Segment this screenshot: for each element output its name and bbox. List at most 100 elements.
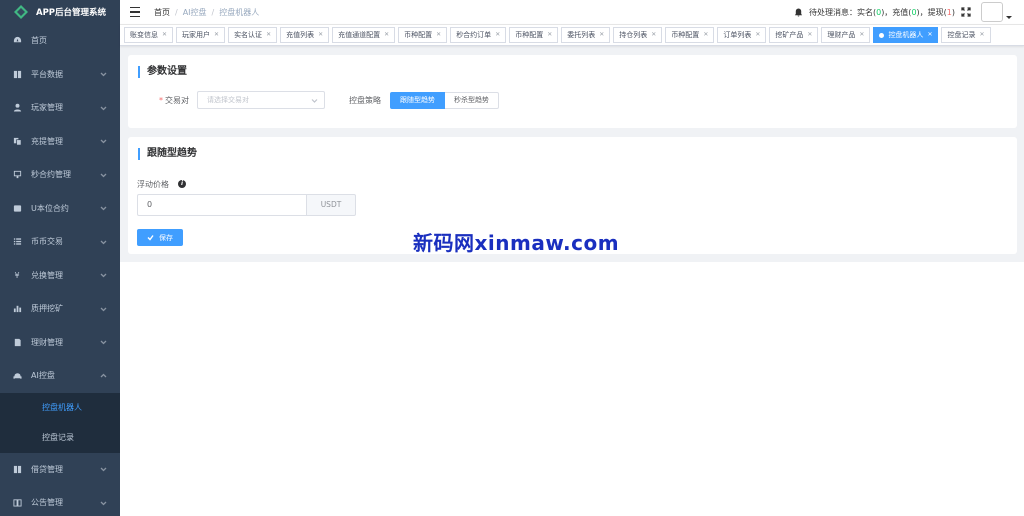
- list-icon: [12, 237, 22, 247]
- sidebar-item-second-contract[interactable]: 秒合约管理: [0, 158, 120, 192]
- breadcrumb-separator: /: [211, 7, 215, 17]
- close-icon[interactable]: ✕: [495, 28, 500, 42]
- breadcrumb-home[interactable]: 首页: [154, 7, 170, 18]
- tag-12[interactable]: 挖矿产品 ✕: [769, 27, 819, 43]
- sidebar-item-staking[interactable]: 质押挖矿: [0, 292, 120, 326]
- close-icon[interactable]: ✕: [599, 28, 604, 42]
- close-icon[interactable]: ✕: [703, 28, 708, 42]
- close-icon[interactable]: ✕: [859, 28, 864, 42]
- wallet-icon: [12, 203, 22, 213]
- chevron-down-icon: [100, 205, 107, 212]
- float-price-input[interactable]: 0: [137, 194, 307, 216]
- tag-label: 委托列表: [567, 31, 596, 39]
- book-icon: [12, 464, 22, 474]
- chevron-down-icon: [100, 171, 107, 178]
- sidebar-item-label: 首页: [31, 36, 47, 46]
- sidebar-item-label: AI控盘: [31, 371, 55, 381]
- tag-label: 账变信息: [130, 31, 158, 39]
- robot-icon: [12, 371, 22, 381]
- sidebar-item-players[interactable]: 玩家管理: [0, 91, 120, 125]
- app-logo[interactable]: APP后台管理系统: [0, 0, 120, 24]
- tag-1[interactable]: 玩家用户 ✕: [176, 27, 226, 43]
- pair-label-text: 交易对: [165, 96, 189, 105]
- content-area-blank: [120, 262, 1024, 516]
- sidebar-item-label: 借贷管理: [31, 464, 63, 474]
- sidebar-item-label: 质押挖矿: [31, 304, 63, 314]
- sidebar-item-label: 控盘记录: [42, 433, 74, 442]
- avatar[interactable]: [981, 2, 1003, 22]
- sidebar-item-deposit-withdraw[interactable]: 充提管理: [0, 125, 120, 159]
- tag-5[interactable]: 币种配置 ✕: [398, 27, 448, 43]
- tag-13[interactable]: 理财产品 ✕: [821, 27, 871, 43]
- tag-label: 挖矿产品: [775, 31, 804, 39]
- sidebar-item-label: 公告管理: [31, 498, 63, 508]
- sidebar-item-loan[interactable]: 借贷管理: [0, 453, 120, 487]
- tag-9[interactable]: 持仓列表 ✕: [613, 27, 663, 43]
- close-icon[interactable]: ✕: [436, 28, 441, 42]
- close-icon[interactable]: ✕: [547, 28, 552, 42]
- tag-4[interactable]: 充值通道配置 ✕: [332, 27, 396, 43]
- tag-label: 充值列表: [286, 31, 315, 39]
- bell-icon[interactable]: [794, 7, 803, 17]
- save-button[interactable]: 保存: [137, 229, 183, 246]
- sidebar-item-exchange[interactable]: ¥ 兑换管理: [0, 259, 120, 293]
- sidebar-item-finance[interactable]: 理财管理: [0, 326, 120, 360]
- sidebar: APP后台管理系统 首页 平台数据 玩家管理 充提管理 秒合约管理 U本位合约 …: [0, 0, 120, 516]
- close-icon[interactable]: ✕: [927, 28, 932, 42]
- params-card-title: 参数设置: [138, 66, 187, 78]
- tag-11[interactable]: 订单列表 ✕: [717, 27, 767, 43]
- tag-label: 币种配置: [404, 31, 433, 39]
- sidebar-item-coin-trade[interactable]: 币币交易: [0, 225, 120, 259]
- top-navbar: 首页 / AI控盘 / 控盘机器人 待处理消息：实名(0)，充值(0)，提现(1…: [120, 0, 1024, 24]
- sidebar-item-platform-data[interactable]: 平台数据: [0, 58, 120, 92]
- tag-2[interactable]: 实名认证 ✕: [228, 27, 278, 43]
- tag-7[interactable]: 币种配置 ✕: [509, 27, 559, 43]
- tag-active[interactable]: 控盘机器人 ✕: [873, 27, 939, 43]
- float-price-group: 0 USDT: [137, 194, 356, 216]
- close-icon[interactable]: ✕: [979, 28, 984, 42]
- sidebar-item-u-contract[interactable]: U本位合约: [0, 192, 120, 226]
- strategy-radio-group: 跟随型趋势 秒杀型趋势: [390, 92, 499, 109]
- sidebar-item-notice[interactable]: 公告管理: [0, 486, 120, 516]
- sidebar-item-label: 秒合约管理: [31, 170, 71, 180]
- tag-15[interactable]: 控盘记录 ✕: [941, 27, 991, 43]
- fullscreen-icon[interactable]: [961, 7, 971, 17]
- caret-down-icon[interactable]: [1006, 15, 1012, 19]
- pending-text: ): [951, 7, 955, 17]
- info-icon[interactable]: i: [178, 180, 186, 188]
- pair-select[interactable]: 请选择交易对: [197, 91, 325, 109]
- check-icon: [147, 234, 154, 241]
- monitor-icon: [12, 170, 22, 180]
- strategy-follow-button[interactable]: 跟随型趋势: [390, 92, 445, 109]
- chevron-down-icon: [100, 305, 107, 312]
- tag-10[interactable]: 币种配置 ✕: [665, 27, 715, 43]
- close-icon[interactable]: ✕: [318, 28, 323, 42]
- tag-6[interactable]: 秒合约订单 ✕: [450, 27, 507, 43]
- close-icon[interactable]: ✕: [162, 28, 167, 42]
- close-icon[interactable]: ✕: [384, 28, 389, 42]
- tag-label: 理财产品: [827, 31, 856, 39]
- tag-8[interactable]: 委托列表 ✕: [561, 27, 611, 43]
- strategy-label: 控盘策略: [349, 96, 381, 105]
- close-icon[interactable]: ✕: [807, 28, 812, 42]
- strategy-spike-button[interactable]: 秒杀型趋势: [445, 92, 499, 109]
- pending-messages[interactable]: 待处理消息：实名(0)，充值(0)，提现(1): [809, 7, 955, 18]
- tag-label: 玩家用户: [182, 31, 211, 39]
- close-icon[interactable]: ✕: [755, 28, 760, 42]
- sidebar-item-home[interactable]: 首页: [0, 24, 120, 58]
- chevron-down-icon: [311, 97, 318, 104]
- close-icon[interactable]: ✕: [651, 28, 656, 42]
- yen-icon: ¥: [14, 270, 20, 280]
- breadcrumb: 首页 / AI控盘 / 控盘机器人: [154, 7, 259, 18]
- sidebar-subitem-records[interactable]: 控盘记录: [0, 423, 120, 453]
- close-icon[interactable]: ✕: [214, 28, 219, 42]
- sidebar-subitem-robot[interactable]: 控盘机器人: [0, 393, 120, 423]
- tag-3[interactable]: 充值列表 ✕: [280, 27, 330, 43]
- tag-label: 控盘机器人: [888, 31, 924, 39]
- tag-0[interactable]: 账变信息 ✕: [124, 27, 174, 43]
- sidebar-item-label: 兑换管理: [31, 270, 63, 280]
- close-icon[interactable]: ✕: [266, 28, 271, 42]
- sidebar-item-ai-control[interactable]: AI控盘: [0, 359, 120, 393]
- document-icon: [12, 337, 22, 347]
- hamburger-icon[interactable]: [130, 7, 140, 17]
